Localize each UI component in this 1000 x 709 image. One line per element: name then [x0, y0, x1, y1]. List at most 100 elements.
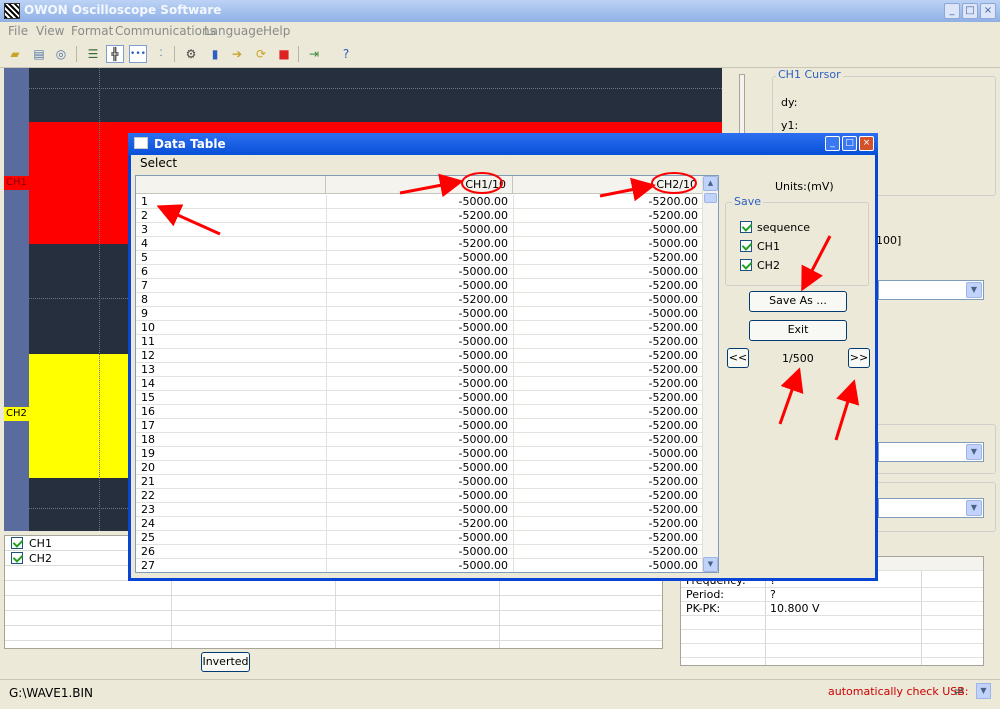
ch1-marker[interactable]: CH1 — [4, 176, 29, 190]
table-row[interactable]: 4 -5200.00 -5000.00 — [136, 237, 704, 251]
menu-format[interactable]: Format — [71, 24, 113, 38]
table-row[interactable]: 14 -5000.00 -5200.00 — [136, 377, 704, 391]
table-row[interactable]: 27 -5000.00 -5000.00 — [136, 559, 704, 572]
scroll-thumb[interactable] — [704, 193, 717, 203]
measure-label: Period: — [686, 588, 725, 601]
dialog-title: Data Table — [154, 137, 226, 151]
ch2-value: -5000.00 — [513, 559, 703, 572]
ch1-value: -5200.00 — [326, 237, 513, 251]
import-icon[interactable]: ➔ — [228, 45, 246, 63]
ch1-value: -5000.00 — [326, 447, 513, 461]
table-row[interactable]: 16 -5000.00 -5200.00 — [136, 405, 704, 419]
table-row[interactable]: 15 -5000.00 -5200.00 — [136, 391, 704, 405]
minimize-icon[interactable]: _ — [825, 136, 840, 151]
settings-icon[interactable]: ⚙ — [182, 45, 200, 63]
table-row[interactable]: 3 -5000.00 -5000.00 — [136, 223, 704, 237]
chevron-down-icon[interactable]: ▼ — [976, 683, 991, 699]
sequence-checkbox[interactable] — [740, 221, 752, 233]
ch2-marker[interactable]: CH2 — [4, 407, 29, 421]
stop-icon[interactable]: ■ — [275, 45, 293, 63]
table-row[interactable]: 2 -5200.00 -5200.00 — [136, 209, 704, 223]
ch1-value: -5200.00 — [326, 517, 513, 531]
ch1-value: -5000.00 — [326, 363, 513, 377]
help-icon[interactable]: ? — [337, 45, 355, 63]
menu-view[interactable]: View — [36, 24, 64, 38]
table-row[interactable]: 19 -5000.00 -5000.00 — [136, 447, 704, 461]
table-row[interactable]: 6 -5000.00 -5000.00 — [136, 265, 704, 279]
table-row[interactable]: 24 -5200.00 -5200.00 — [136, 517, 704, 531]
status-usb-text: automatically check USB: — [828, 685, 969, 698]
ch1-value: -5200.00 — [326, 209, 513, 223]
header-ch2[interactable]: CH2/10 — [513, 176, 704, 194]
ch2-value: -5000.00 — [513, 307, 703, 321]
points-icon[interactable]: ⁚ — [152, 45, 170, 63]
ch1-checkbox[interactable] — [11, 537, 23, 549]
ch1-value: -5000.00 — [326, 349, 513, 363]
scroll-down-icon[interactable]: ▼ — [703, 557, 718, 572]
table-row[interactable]: 21 -5000.00 -5200.00 — [136, 475, 704, 489]
menu-communications[interactable]: Communications — [115, 24, 216, 38]
ch1-value: -5000.00 — [326, 279, 513, 293]
save-group: Save sequence CH1 CH2 — [725, 195, 869, 286]
dotted-line-icon[interactable]: ••• — [129, 45, 147, 63]
open-icon[interactable]: ▰ — [6, 45, 24, 63]
menu-help[interactable]: Help — [263, 24, 290, 38]
table-row[interactable]: 9 -5000.00 -5000.00 — [136, 307, 704, 321]
ch2-checkbox[interactable] — [11, 552, 23, 564]
data-grid[interactable]: CH1/10 CH2/10 1 -5000.00 -5200.00 2 -5200.00… — [135, 175, 719, 573]
print-icon[interactable]: ▤ — [30, 45, 48, 63]
refresh-icon[interactable]: ⟳ — [252, 45, 270, 63]
dialog-menu-select[interactable]: Select — [140, 156, 177, 170]
scroll-up-icon[interactable]: ▲ — [703, 176, 718, 191]
ch2-value: -5200.00 — [513, 391, 703, 405]
table-row[interactable]: 17 -5000.00 -5200.00 — [136, 419, 704, 433]
table-row[interactable]: 1 -5000.00 -5200.00 — [136, 195, 704, 209]
right-combo-3[interactable]: ▼ — [878, 498, 984, 518]
table-row[interactable]: 8 -5200.00 -5000.00 — [136, 293, 704, 307]
menu-language[interactable]: Language — [204, 24, 263, 38]
close-icon[interactable]: × — [859, 136, 874, 151]
close-icon[interactable]: × — [980, 3, 996, 19]
table-row[interactable]: 12 -5000.00 -5200.00 — [136, 349, 704, 363]
row-index: 17 — [141, 419, 155, 432]
measure-label: PK-PK: — [686, 602, 721, 615]
ch1-save-checkbox[interactable] — [740, 240, 752, 252]
ch2-value: -5200.00 — [513, 489, 703, 503]
header-ch1[interactable]: CH1/10 — [326, 176, 513, 194]
ch1-value: -5000.00 — [326, 391, 513, 405]
maximize-icon[interactable]: □ — [842, 136, 857, 151]
prev-page-button[interactable]: << — [727, 348, 749, 368]
table-row[interactable]: 7 -5000.00 -5200.00 — [136, 279, 704, 293]
table-row[interactable]: 10 -5000.00 -5200.00 — [136, 321, 704, 335]
table-row[interactable]: 18 -5000.00 -5200.00 — [136, 433, 704, 447]
table-row[interactable]: 13 -5000.00 -5200.00 — [136, 363, 704, 377]
table-row[interactable]: 23 -5000.00 -5200.00 — [136, 503, 704, 517]
table-row[interactable]: 22 -5000.00 -5200.00 — [136, 489, 704, 503]
right-combo-2[interactable]: ▼ — [878, 442, 984, 462]
cylinder-icon[interactable]: ▮ — [206, 45, 224, 63]
chevron-down-icon: ▼ — [966, 282, 982, 298]
maximize-icon[interactable]: □ — [962, 3, 978, 19]
print-preview-icon[interactable]: ◎ — [52, 45, 70, 63]
ch1-value: -5000.00 — [326, 475, 513, 489]
list-icon[interactable]: ☰ — [84, 45, 102, 63]
table-row[interactable]: 5 -5000.00 -5200.00 — [136, 251, 704, 265]
minimize-icon[interactable]: _ — [944, 3, 960, 19]
save-as-button[interactable]: Save As ... — [749, 291, 847, 312]
exit-button[interactable]: Exit — [749, 320, 847, 341]
grid-scrollbar[interactable]: ▲ ▼ — [702, 176, 718, 572]
export-icon[interactable]: ⇥ — [305, 45, 323, 63]
next-page-button[interactable]: >> — [848, 348, 870, 368]
grid-icon[interactable]: ╬ — [106, 45, 124, 63]
table-row[interactable]: 11 -5000.00 -5200.00 — [136, 335, 704, 349]
right-combo-1[interactable]: ▼ — [878, 280, 984, 300]
table-row[interactable]: 20 -5000.00 -5200.00 — [136, 461, 704, 475]
table-row[interactable]: 26 -5000.00 -5200.00 — [136, 545, 704, 559]
menu-file[interactable]: File — [8, 24, 28, 38]
table-row[interactable]: 25 -5000.00 -5200.00 — [136, 531, 704, 545]
header-index[interactable] — [136, 176, 326, 194]
ch2-save-checkbox[interactable] — [740, 259, 752, 271]
ch1-value: -5000.00 — [326, 335, 513, 349]
row-index: 15 — [141, 391, 155, 404]
inverted-button[interactable]: Inverted — [201, 652, 250, 672]
